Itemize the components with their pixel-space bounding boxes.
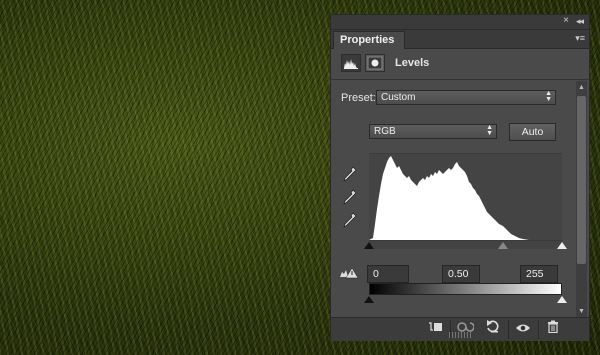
panel-menu-icon[interactable]: ▾≡: [575, 33, 585, 44]
white-output-slider[interactable]: [557, 296, 567, 303]
toggle-visibility-icon[interactable]: [510, 320, 536, 339]
white-point-eyedropper-icon[interactable]: [343, 212, 357, 228]
white-input-field[interactable]: 255: [520, 265, 558, 283]
scroll-down-arrow-icon[interactable]: ▼: [578, 308, 585, 315]
select-arrows-icon: ▲ ▼: [486, 124, 493, 137]
delete-layer-icon[interactable]: [540, 320, 566, 339]
clip-to-layer-icon[interactable]: [422, 320, 448, 339]
black-input-slider[interactable]: [364, 242, 374, 249]
reset-adjustments-icon[interactable]: [480, 320, 506, 339]
auto-button[interactable]: Auto: [509, 123, 556, 141]
collapse-icon[interactable]: ◂◂: [576, 16, 584, 27]
select-arrows-icon: ▲ ▼: [545, 90, 552, 103]
scroll-up-arrow-icon[interactable]: ▲: [578, 84, 585, 91]
output-levels-gradient: [369, 283, 562, 295]
input-levels-track: [369, 240, 562, 249]
channel-select-value: RGB: [374, 126, 396, 137]
layer-mask-icon[interactable]: [365, 54, 385, 72]
histogram: [369, 153, 562, 240]
close-icon[interactable]: ×: [563, 15, 569, 26]
channel-select[interactable]: RGB ▲ ▼: [369, 124, 497, 139]
panel-tab-bar: Properties ▾≡: [331, 30, 589, 49]
gamma-input-field[interactable]: 0.50: [442, 265, 480, 283]
gray-point-eyedropper-icon[interactable]: [343, 189, 357, 205]
panel-title-bar[interactable]: × ◂◂: [331, 15, 589, 30]
adjustment-title: Levels: [395, 57, 430, 69]
levels-adjustment-icon[interactable]: [341, 54, 361, 72]
properties-panel: × ◂◂ Properties ▾≡ Levels Preset: Custom…: [330, 14, 590, 341]
panel-scrollbar[interactable]: ▲ ▼: [576, 81, 587, 317]
black-output-slider[interactable]: [364, 296, 374, 303]
black-input-field[interactable]: 0: [367, 265, 409, 283]
preset-select-value: Custom: [381, 92, 416, 103]
gamma-input-slider[interactable]: [498, 242, 508, 249]
preset-label: Preset:: [341, 92, 376, 104]
footer-separator: [508, 320, 509, 339]
white-input-slider[interactable]: [557, 242, 567, 249]
preset-select[interactable]: Custom ▲ ▼: [376, 90, 556, 105]
black-point-eyedropper-icon[interactable]: [343, 166, 357, 182]
footer-separator: [538, 320, 539, 339]
tab-properties[interactable]: Properties: [333, 31, 406, 49]
panel-resize-grip[interactable]: [449, 332, 473, 338]
properties-header: Levels: [331, 49, 589, 80]
levels-controls: Preset: Custom ▲ ▼ RGB ▲ ▼ Auto 0 0.50 2…: [331, 80, 575, 315]
clipping-warning-icon[interactable]: [339, 267, 359, 279]
scrollbar-thumb[interactable]: [577, 96, 586, 264]
